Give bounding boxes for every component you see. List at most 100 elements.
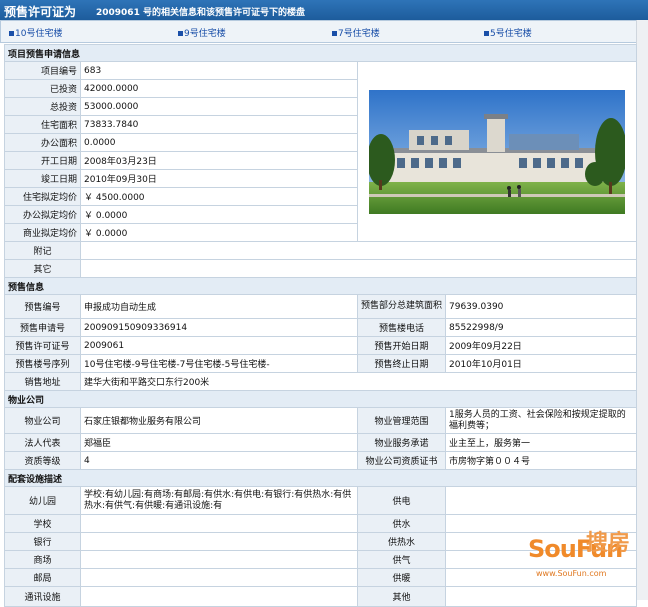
field-value: 10号住宅楼-9号住宅楼-7号住宅楼-5号住宅楼- bbox=[80, 354, 358, 373]
field-label: 预售楼号序列 bbox=[4, 354, 81, 373]
field-label: 办公拟定均价 bbox=[4, 205, 81, 224]
notes-value bbox=[79, 241, 638, 260]
field-value: 73833.7840 bbox=[80, 115, 358, 134]
field-value bbox=[444, 586, 638, 607]
tab-building-5[interactable]: 5号住宅楼 bbox=[484, 26, 532, 39]
bullet-icon bbox=[9, 31, 14, 36]
field-value: 业主至上，服务第一 bbox=[444, 433, 638, 452]
field-value: 郑福臣 bbox=[80, 433, 358, 452]
field-value: 申报成功自动生成 bbox=[80, 294, 358, 319]
field-value: 79639.0390 bbox=[444, 294, 638, 319]
field-label: 预售终止日期 bbox=[357, 354, 446, 373]
field-value: ￥ 0.0000 bbox=[80, 205, 358, 224]
field-label: 预售申请号 bbox=[4, 318, 81, 337]
field-value bbox=[444, 514, 638, 533]
field-label: 住宅面积 bbox=[4, 115, 81, 134]
field-label: 开工日期 bbox=[4, 151, 81, 170]
field-label: 物业服务承诺 bbox=[357, 433, 446, 452]
field-value: 4 bbox=[80, 451, 358, 470]
field-label: 商场 bbox=[4, 550, 81, 569]
main-content: 项目预售申请信息 项目编号 683 已投资 42000.0000 总投资 530… bbox=[3, 44, 638, 607]
field-value: ￥ 4500.0000 bbox=[80, 187, 358, 206]
field-value: 85522998/9 bbox=[444, 318, 638, 337]
field-label: 其他 bbox=[357, 586, 446, 607]
field-value: 2010年09月30日 bbox=[80, 169, 358, 188]
field-label: 供气 bbox=[357, 550, 446, 569]
field-label: 邮局 bbox=[4, 568, 81, 587]
bullet-icon bbox=[178, 31, 183, 36]
address-label: 销售地址 bbox=[4, 372, 81, 391]
field-label: 学校 bbox=[4, 514, 81, 533]
field-label: 幼儿园 bbox=[4, 486, 81, 515]
page-subtitle: 2009061 号的相关信息和该预售许可证号下的楼盘 bbox=[96, 8, 305, 18]
address-value: 建华大街和平路交口东行200米 bbox=[79, 372, 638, 391]
section-facilities-title: 配套设施描述 bbox=[3, 469, 638, 487]
field-label: 物业公司 bbox=[4, 407, 81, 434]
field-value: 1服务人员的工资、社会保险和按规定提取的福利费等； bbox=[444, 407, 638, 434]
section-project-title: 项目预售申请信息 bbox=[3, 44, 638, 62]
field-value bbox=[80, 514, 358, 533]
field-label: 供水 bbox=[357, 514, 446, 533]
field-value bbox=[80, 532, 358, 551]
field-label: 预售编号 bbox=[4, 294, 81, 319]
page-title: 预售许可证为 bbox=[4, 5, 77, 19]
field-label: 总投资 bbox=[4, 97, 81, 116]
field-value bbox=[80, 550, 358, 569]
project-photo-cell bbox=[356, 61, 638, 242]
field-label: 预售楼电话 bbox=[357, 318, 446, 337]
field-label: 银行 bbox=[4, 532, 81, 551]
field-value: 市房物字第００４号 bbox=[444, 451, 638, 470]
field-value: 学校:有幼儿园:有商场:有邮局:有供水:有供电:有银行:有供热水:有供热水:有供… bbox=[80, 486, 358, 515]
field-value: 42000.0000 bbox=[80, 79, 358, 98]
field-value: 2009年09月22日 bbox=[444, 336, 638, 355]
field-label: 法人代表 bbox=[4, 433, 81, 452]
field-label: 住宅拟定均价 bbox=[4, 187, 81, 206]
building-rendering-image bbox=[369, 89, 625, 214]
tab-building-7[interactable]: 7号住宅楼 bbox=[332, 26, 380, 39]
field-value bbox=[80, 586, 358, 607]
field-value: 53000.0000 bbox=[80, 97, 358, 116]
section-presale-title: 预售信息 bbox=[3, 277, 638, 295]
field-value: 683 bbox=[80, 61, 358, 80]
field-value bbox=[444, 486, 638, 515]
page-header: 预售许可证为 2009061 号的相关信息和该预售许可证号下的楼盘 bbox=[0, 0, 648, 20]
tab-building-9[interactable]: 9号住宅楼 bbox=[178, 26, 226, 39]
tab-building-10[interactable]: 10号住宅楼 bbox=[9, 26, 62, 39]
field-value: 200909150909336914 bbox=[80, 318, 358, 337]
field-value: 0.0000 bbox=[80, 133, 358, 152]
field-label: 商业拟定均价 bbox=[4, 223, 81, 242]
field-label: 供电 bbox=[357, 486, 446, 515]
project-photo bbox=[369, 89, 625, 214]
field-label: 通讯设施 bbox=[4, 586, 81, 607]
info-table: 项目预售申请信息 项目编号 683 已投资 42000.0000 总投资 530… bbox=[3, 44, 638, 607]
field-value: 2008年03月23日 bbox=[80, 151, 358, 170]
field-label: 供热水 bbox=[357, 532, 446, 551]
field-value bbox=[444, 532, 638, 551]
field-label: 资质等级 bbox=[4, 451, 81, 470]
vertical-scrollbar[interactable] bbox=[636, 20, 648, 600]
field-label: 竣工日期 bbox=[4, 169, 81, 188]
field-value bbox=[80, 568, 358, 587]
field-value: 石家庄银都物业服务有限公司 bbox=[80, 407, 358, 434]
field-label: 物业管理范围 bbox=[357, 407, 446, 434]
field-label: 供暖 bbox=[357, 568, 446, 587]
bullet-icon bbox=[332, 31, 337, 36]
field-value: 2010年10月01日 bbox=[444, 354, 638, 373]
field-label: 预售部分总建筑面积 bbox=[357, 294, 446, 319]
field-label: 办公面积 bbox=[4, 133, 81, 152]
field-value bbox=[444, 568, 638, 587]
other-label: 其它 bbox=[4, 259, 81, 278]
field-label: 项目编号 bbox=[4, 61, 81, 80]
other-value bbox=[79, 259, 638, 278]
bullet-icon bbox=[484, 31, 489, 36]
building-tabs: 10号住宅楼 9号住宅楼 7号住宅楼 5号住宅楼 bbox=[0, 20, 638, 43]
field-label: 预售许可证号 bbox=[4, 336, 81, 355]
field-label: 已投资 bbox=[4, 79, 81, 98]
field-value bbox=[444, 550, 638, 569]
notes-label: 附记 bbox=[4, 241, 81, 260]
field-label: 物业公司资质证书 bbox=[357, 451, 446, 470]
field-value: 2009061 bbox=[80, 336, 358, 355]
field-label: 预售开始日期 bbox=[357, 336, 446, 355]
field-value: ￥ 0.0000 bbox=[80, 223, 358, 242]
section-property-title: 物业公司 bbox=[3, 390, 638, 408]
